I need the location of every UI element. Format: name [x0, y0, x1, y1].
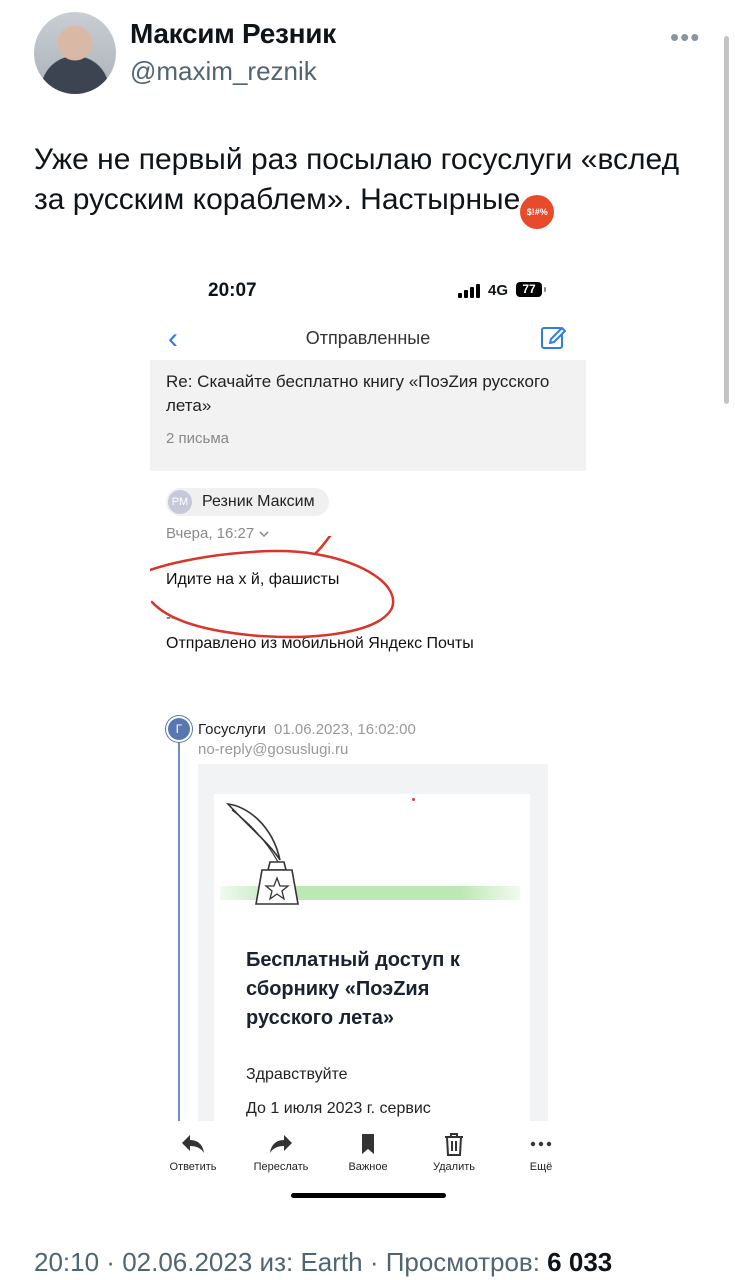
battery-icon: 77	[516, 282, 546, 297]
tweet-time[interactable]: 20:10	[34, 1247, 99, 1277]
attached-screenshot[interactable]: 20:07 4G 77 ‹ Отправленные Re: Скачайте …	[150, 268, 586, 1200]
angry-emoji-icon: $!#%	[520, 195, 555, 229]
tweet-body: Уже не первый раз посылаю госуслуги «всл…	[34, 143, 680, 216]
thread-subject: Re: Скачайте бесплатно книгу «ПоэZия рус…	[166, 372, 550, 415]
tweet-meta: 20:10 · 02.06.2023 из: Earth · Просмотро…	[34, 1247, 612, 1278]
bookmark-icon	[362, 1134, 374, 1154]
inkwell-feather-icon	[225, 802, 299, 905]
delete-button[interactable]: Удалить	[419, 1131, 489, 1173]
reply-icon	[182, 1135, 204, 1153]
forward-button[interactable]: Переслать	[246, 1131, 316, 1173]
message-count: 2 письма	[166, 430, 229, 447]
quoted-sender[interactable]: Госуслуги	[198, 721, 266, 738]
more-options-icon[interactable]: •••	[670, 22, 700, 53]
more-icon	[530, 1141, 552, 1147]
more-button[interactable]: Ещё	[506, 1131, 576, 1173]
sender-avatar: РМ	[168, 490, 192, 514]
sender-chip[interactable]: РМ Резник Максим	[166, 488, 329, 516]
delete-label: Удалить	[433, 1161, 475, 1173]
message-toolbar: Ответить Переслать Важное Удалить Ещё	[150, 1121, 586, 1200]
important-button[interactable]: Важное	[333, 1131, 403, 1173]
home-indicator	[291, 1193, 446, 1198]
views-count: 6 033	[547, 1247, 613, 1277]
gosuslugi-icon: Г	[168, 718, 190, 740]
promo-text: До 1 июля 2023 г. сервис	[246, 1100, 431, 1117]
tweet-text: Уже не первый раз посылаю госуслуги «всл…	[34, 140, 714, 229]
more-label: Ещё	[529, 1161, 553, 1173]
tweet-source: из: Earth	[252, 1247, 363, 1277]
forward-label: Переслать	[253, 1161, 309, 1173]
red-dot	[412, 798, 415, 801]
quoted-email[interactable]: no-reply@gosuslugi.ru	[198, 741, 348, 758]
tweet-date[interactable]: 02.06.2023	[122, 1247, 252, 1277]
author-avatar[interactable]	[34, 12, 116, 94]
thread-header: Re: Скачайте бесплатно книгу «ПоэZия рус…	[150, 360, 586, 471]
quoted-date: 01.06.2023, 16:02:00	[274, 721, 416, 738]
sender-name: Резник Максим	[202, 493, 315, 510]
network-label: 4G	[488, 282, 509, 299]
compose-icon[interactable]	[540, 324, 566, 350]
views-label: Просмотров:	[385, 1247, 548, 1277]
author-handle[interactable]: @maxim_reznik	[130, 56, 317, 87]
scrollbar[interactable]	[724, 36, 729, 404]
promo-greeting: Здравствуйте	[246, 1066, 348, 1083]
signal-icon	[458, 284, 480, 298]
forward-icon	[270, 1135, 292, 1153]
trash-icon	[445, 1133, 463, 1156]
folder-title: Отправленные	[305, 328, 431, 348]
promo-title: Бесплатный доступ к сборнику «ПоэZия рус…	[246, 949, 460, 1029]
reply-label: Ответить	[169, 1161, 217, 1173]
author-name[interactable]: Максим Резник	[130, 18, 336, 50]
meta-separator: ·	[99, 1247, 123, 1277]
important-label: Важное	[348, 1161, 388, 1173]
meta-separator: ·	[362, 1247, 386, 1277]
red-scribble-annotation	[150, 536, 395, 639]
reply-button[interactable]: Ответить	[158, 1131, 228, 1173]
status-time: 20:07	[208, 280, 257, 301]
